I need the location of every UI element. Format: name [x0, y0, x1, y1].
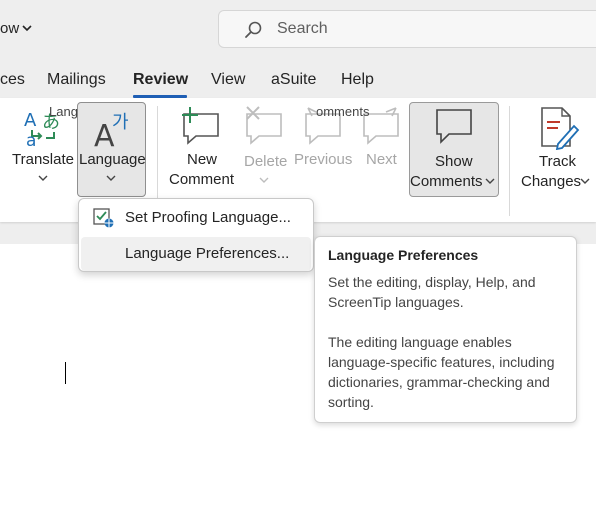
- tab-view[interactable]: View: [211, 71, 245, 89]
- track-changes-button[interactable]: Changes: [521, 172, 581, 191]
- ribbon-tabs: ces Mailings Review View aSuite Help: [0, 62, 596, 98]
- tab-help[interactable]: Help: [341, 71, 374, 89]
- tooltip-title: Language Preferences: [328, 247, 479, 263]
- comments-group-label: omments: [316, 104, 370, 119]
- new-comment-icon: [182, 107, 219, 145]
- text-cursor: [65, 362, 66, 384]
- svg-text:a: a: [26, 131, 36, 148]
- next-button[interactable]: Next: [366, 150, 397, 169]
- tooltip-paragraph: The editing language enables language-sp…: [328, 334, 555, 410]
- title-bar: ow Search: [0, 0, 596, 62]
- chevron-down-icon: [259, 177, 269, 183]
- svg-text:가: 가: [112, 112, 129, 133]
- tooltip-paragraph: Set the editing, display, Help, and Scre…: [328, 274, 536, 310]
- chevron-down-icon[interactable]: [20, 21, 34, 35]
- chevron-down-icon[interactable]: [38, 174, 48, 182]
- delete-comment-icon: [246, 106, 282, 145]
- language-preferences-label: Language Preferences...: [125, 245, 290, 262]
- search-input[interactable]: Search: [277, 20, 328, 38]
- new-comment-line1[interactable]: New: [187, 150, 217, 169]
- search-icon: [245, 21, 262, 38]
- language-group-label: Lang: [49, 104, 78, 119]
- show-comments-icon: [436, 109, 472, 144]
- language-icon: A 가: [94, 112, 129, 150]
- menu-item-set-proofing-language[interactable]: Set Proofing Language...: [81, 201, 311, 235]
- set-proofing-language-label: Set Proofing Language...: [125, 209, 291, 226]
- tab-mailings[interactable]: Mailings: [47, 71, 106, 89]
- language-dropdown-menu: Set Proofing Language... Language Prefer…: [78, 198, 314, 272]
- show-comments-line1: Show: [435, 153, 473, 170]
- previous-button[interactable]: Previous: [294, 150, 352, 169]
- group-divider: [509, 106, 510, 216]
- track-changes-line1[interactable]: Track: [539, 152, 576, 171]
- tab-review[interactable]: Review: [133, 71, 188, 89]
- quick-access-label[interactable]: ow: [0, 20, 19, 37]
- new-comment-button[interactable]: Comment: [169, 170, 234, 189]
- svg-text:A: A: [24, 110, 37, 131]
- menu-item-language-preferences[interactable]: Language Preferences...: [81, 237, 311, 271]
- show-comments-line2: Comments: [410, 173, 483, 190]
- language-button-label: Language: [79, 151, 146, 168]
- track-changes-icon: [541, 107, 580, 150]
- proofing-language-icon: [93, 208, 114, 228]
- tab-asuite[interactable]: aSuite: [271, 71, 316, 89]
- delete-button[interactable]: Delete: [244, 152, 287, 171]
- chevron-down-icon: [106, 175, 116, 181]
- chevron-down-icon: [485, 178, 495, 184]
- search-box[interactable]: Search: [218, 10, 596, 48]
- tooltip: Language Preferences Set the editing, di…: [314, 236, 577, 423]
- tab-references[interactable]: ces: [0, 71, 25, 89]
- chevron-down-icon[interactable]: [580, 177, 590, 185]
- translate-button[interactable]: Translate: [12, 150, 74, 169]
